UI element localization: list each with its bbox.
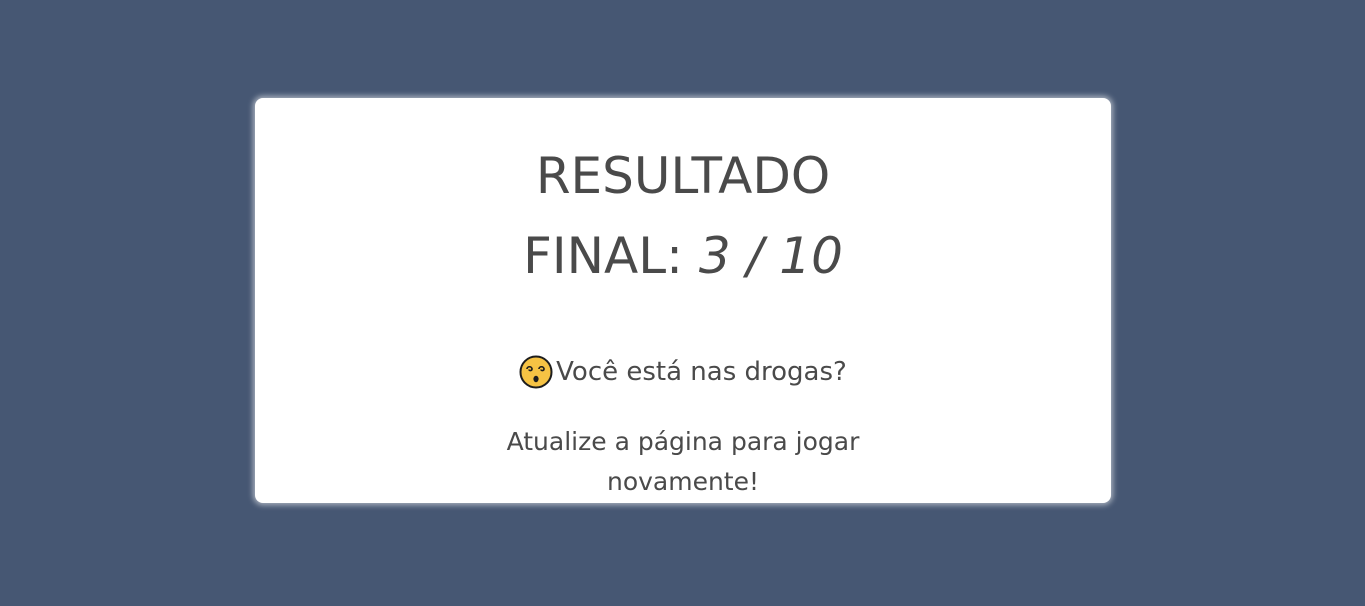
result-title-line1: RESULTADO	[535, 147, 831, 205]
result-title-final-label: FINAL:	[523, 227, 683, 285]
result-message-text: Você está nas drogas?	[556, 357, 847, 387]
result-message: Você está nas drogas?	[255, 352, 1111, 392]
result-title: RESULTADO FINAL: 3 / 10	[255, 136, 1111, 296]
result-card: RESULTADO FINAL: 3 / 10 Você está nas dr…	[255, 98, 1111, 503]
dizzy-face-emoji-icon	[519, 355, 553, 389]
final-score: 3 / 10	[698, 227, 843, 285]
replay-hint: Atualize a página para jogar novamente!	[506, 427, 860, 496]
